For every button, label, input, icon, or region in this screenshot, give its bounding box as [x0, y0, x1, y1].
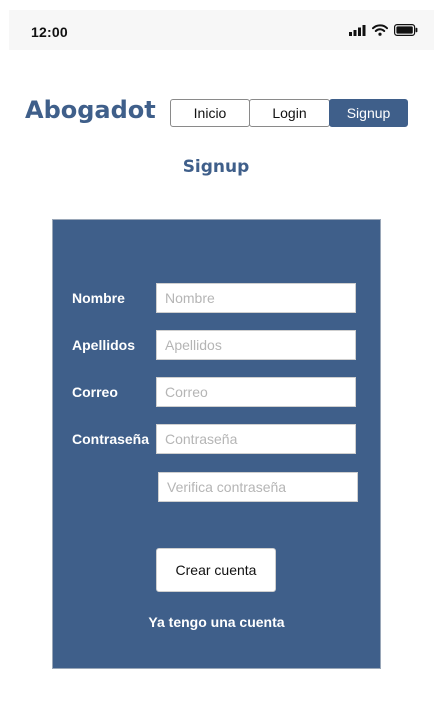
contrasena-label: Contraseña [72, 431, 150, 447]
nombre-input[interactable] [156, 283, 356, 313]
wifi-icon [372, 24, 388, 36]
status-bar: 12:00 [9, 10, 434, 50]
brand-logo[interactable]: Abogadot [25, 96, 156, 124]
status-time: 12:00 [31, 24, 68, 40]
nav-inicio-button[interactable]: Inicio [170, 99, 250, 127]
have-account-link[interactable]: Ya tengo una cuenta [53, 614, 380, 630]
correo-label: Correo [72, 384, 118, 400]
main-nav: Inicio Login Signup [170, 99, 408, 127]
battery-icon [394, 24, 418, 36]
verifica-contrasena-input[interactable] [158, 472, 358, 502]
nombre-label: Nombre [72, 290, 125, 306]
signup-form: Nombre Apellidos Correo Contraseña Crear… [52, 219, 381, 669]
apellidos-input[interactable] [156, 330, 356, 360]
page-title: Signup [182, 157, 250, 177]
signal-icon [349, 24, 366, 36]
status-icons [349, 24, 418, 36]
apellidos-label: Apellidos [72, 337, 136, 353]
nav-signup-button[interactable]: Signup [329, 99, 408, 127]
contrasena-input[interactable] [156, 424, 356, 454]
nav-login-button[interactable]: Login [249, 99, 330, 127]
correo-input[interactable] [156, 377, 356, 407]
create-account-button[interactable]: Crear cuenta [156, 548, 276, 592]
